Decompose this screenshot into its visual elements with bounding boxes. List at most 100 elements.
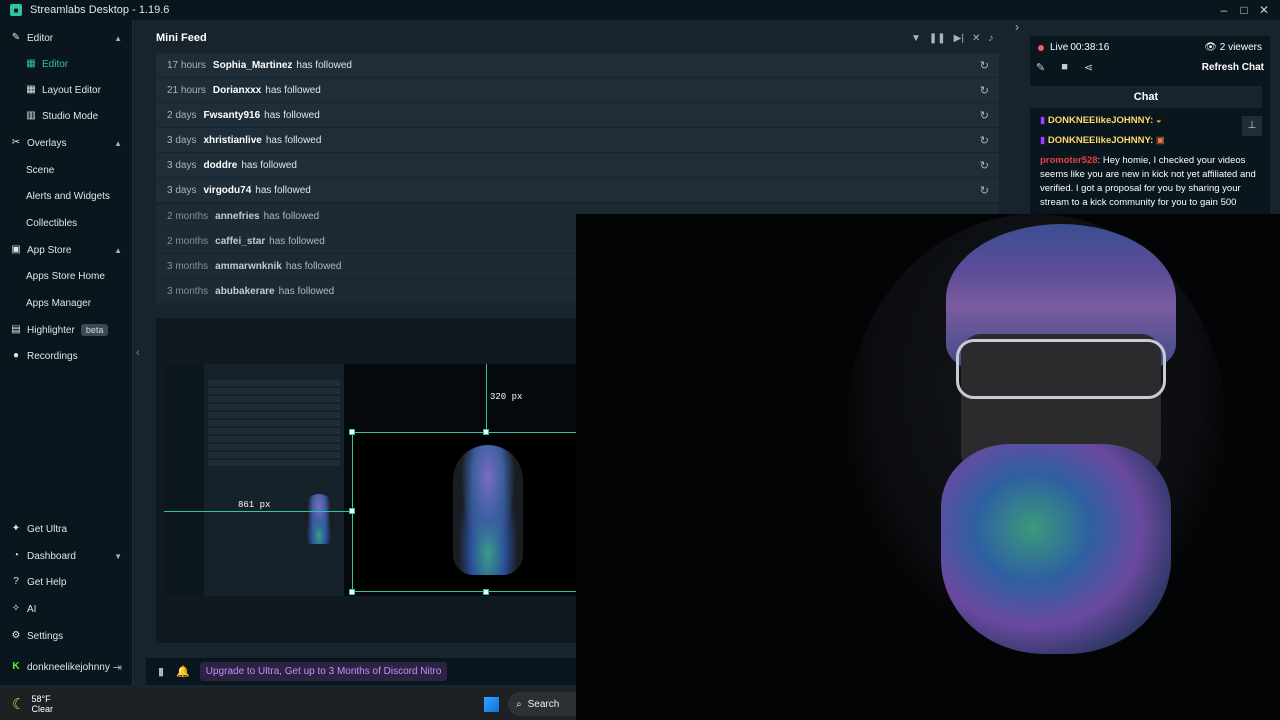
mini-feed-title: Mini Feed <box>156 32 207 44</box>
search-icon: ⌕ <box>516 698 522 710</box>
collapse-sidebar-icon[interactable]: ‹ <box>136 347 140 359</box>
resize-handle[interactable] <box>349 508 355 514</box>
measure-horizontal: 861 px <box>238 500 271 510</box>
volume-icon[interactable]: ♪ <box>988 33 993 44</box>
chevron-down-icon: ▼ <box>114 551 122 561</box>
close-icon[interactable]: ✕ <box>1254 3 1274 17</box>
chat-actions: ✎ ■ ⋖ <box>1036 61 1093 74</box>
pause-icon[interactable]: ❚❚ <box>929 33 946 44</box>
live-dot-icon <box>1038 44 1044 51</box>
gear-icon: ⚙ <box>11 630 21 641</box>
sidebar-item-get-ultra[interactable]: ✦ Get Ultra <box>0 517 133 541</box>
dashboard-icon: ◔ <box>12 550 20 561</box>
tab-chat[interactable]: Chat <box>1030 86 1262 108</box>
store-icon: ▣ <box>11 244 21 255</box>
feed-row: 17 hours Sophia_Martinez has followed ↻ <box>156 53 999 78</box>
sidebar-section-overlays[interactable]: ✂ Overlays ▲ <box>0 131 133 155</box>
logout-icon[interactable]: ⇥ <box>113 661 122 674</box>
replay-icon[interactable]: ↻ <box>980 184 989 197</box>
windows-start-icon[interactable] <box>484 697 499 712</box>
sidebar-item-scene[interactable]: Scene <box>0 158 133 182</box>
edit-stream-info-icon[interactable]: ✎ <box>1036 61 1045 74</box>
highlighter-icon: ▤ <box>11 324 21 335</box>
main-panel: Mini Feed 17 hours Sophia_Martinez has fol… <box>146 20 999 685</box>
brush-icon: ✎ <box>11 32 21 43</box>
notification-icon[interactable]: 🔔 <box>176 665 190 678</box>
resize-handle[interactable] <box>483 429 489 435</box>
replay-icon[interactable]: ↻ <box>980 84 989 97</box>
sidebar-section-app-store[interactable]: ▣ App Store ▲ <box>0 238 133 262</box>
refresh-chat-button[interactable]: Refresh Chat <box>1202 62 1264 73</box>
replay-icon[interactable]: ↻ <box>980 159 989 172</box>
sidebar-item-ai[interactable]: ✧ AI <box>0 597 133 621</box>
feed-row: 3 days xhristianlive has followed ↻ <box>156 128 999 153</box>
sidebar-item-editor[interactable]: ▦ Editor <box>0 52 133 76</box>
editor-footer: ▮ 🔔 Upgrade to Ultra, Get up to 3 Months… <box>146 658 576 685</box>
taskbar-search[interactable]: ⌕ Search <box>508 692 576 716</box>
mute-alerts-icon[interactable]: ✕ <box>972 33 980 44</box>
chat-message: ▮ DONKNEElikeJOHNNY: ▣ <box>1040 135 1165 146</box>
window-controls: – □ ✕ <box>1214 0 1274 20</box>
sidebar-item-recordings[interactable]: ● Recordings <box>0 344 133 368</box>
paint-icon: ✂ <box>11 137 21 148</box>
live-status: Live 00:38:16 <box>1038 42 1109 53</box>
ultra-promo-banner[interactable]: Upgrade to Ultra, Get up to 3 Months of … <box>199 662 448 681</box>
sidebar-item-dashboard[interactable]: ◔ Dashboard ▼ <box>0 544 133 568</box>
measure-vertical: 320 px <box>490 392 523 402</box>
maximize-icon[interactable]: □ <box>1234 3 1254 17</box>
camera-icon[interactable]: ■ <box>1061 61 1068 74</box>
chevron-up-icon: ▲ <box>114 245 122 255</box>
moon-icon: ☾ <box>12 696 26 713</box>
sidebar-section-editor[interactable]: ✎ Editor ▲ <box>0 26 133 50</box>
sidebar: ✎ Editor ▲ ▦ Editor ▦ Layout Editor ▥ St… <box>0 20 133 685</box>
preview-canvas[interactable]: 320 px 861 px <box>164 364 584 596</box>
sidebar-item-studio-mode[interactable]: ▥ Studio Mode <box>0 104 133 128</box>
chevron-up-icon: ▲ <box>114 33 122 43</box>
nested-webcam-thumbnail <box>304 494 334 544</box>
feed-row: 3 days virgodu74 has followed ↻ <box>156 178 999 203</box>
stats-icon[interactable]: ▮ <box>158 665 164 678</box>
collapse-chat-icon[interactable]: › <box>1015 20 1019 34</box>
replay-icon[interactable]: ↻ <box>980 109 989 122</box>
replay-icon[interactable]: ↻ <box>980 59 989 72</box>
feed-toolbar: ▼ ❚❚ ▶| ✕ ♪ <box>911 33 993 44</box>
viewer-count: 👁 2 viewers <box>1204 42 1262 53</box>
filter-icon[interactable]: ▼ <box>911 33 921 44</box>
sidebar-item-apps-store-home[interactable]: Apps Store Home <box>0 264 133 288</box>
replay-icon[interactable]: ↻ <box>980 134 989 147</box>
help-icon: ? <box>13 576 19 587</box>
chat-messages: ▮ DONKNEElikeJOHNNY: ◒ ▮ DONKNEElikeJOHN… <box>1040 114 1260 210</box>
ai-icon: ✧ <box>11 603 21 614</box>
resize-handle[interactable] <box>349 589 355 595</box>
resize-handle[interactable] <box>483 589 489 595</box>
skip-icon[interactable]: ▶| <box>954 33 964 44</box>
chat-panel: Live 00:38:16 👁 2 viewers ✎ ■ ⋖ Refresh … <box>1030 36 1270 216</box>
chevron-up-icon: ▲ <box>114 138 122 148</box>
weather-widget[interactable]: ☾ 58°F Clear <box>12 694 53 714</box>
webcam-video <box>576 214 1280 720</box>
window-title: Streamlabs Desktop - 1.19.6 <box>30 4 170 16</box>
emote-icon: ◒ <box>1155 115 1162 126</box>
sidebar-item-account[interactable]: K donkneelikejohnny ⇥ <box>0 655 133 679</box>
scene-preview[interactable]: 320 px 861 px <box>156 318 584 643</box>
sidebar-item-collectibles[interactable]: Collectibles <box>0 211 133 235</box>
sidebar-item-layout-editor[interactable]: ▦ Layout Editor <box>0 78 133 102</box>
sidebar-item-highlighter[interactable]: ▤ Highlighter beta <box>0 318 133 342</box>
selected-webcam-source[interactable] <box>352 432 584 592</box>
sidebar-item-get-help[interactable]: ? Get Help <box>0 570 133 594</box>
streamlabs-logo-icon: ■ <box>10 4 22 16</box>
sidebar-item-settings[interactable]: ⚙ Settings <box>0 624 133 648</box>
sidebar-item-alerts-widgets[interactable]: Alerts and Widgets <box>0 184 133 208</box>
edit-icon: ▦ <box>26 58 36 69</box>
title-bar: ■ Streamlabs Desktop - 1.19.6 – □ ✕ <box>0 0 1280 20</box>
nested-display-capture <box>164 364 344 596</box>
record-icon: ● <box>12 350 20 361</box>
minimize-icon[interactable]: – <box>1214 3 1234 17</box>
sidebar-item-apps-manager[interactable]: Apps Manager <box>0 291 133 315</box>
chat-message: ▮ DONKNEElikeJOHNNY: ◒ <box>1040 115 1162 126</box>
feed-row: 21 hours Dorianxxx has followed ↻ <box>156 78 999 103</box>
share-icon[interactable]: ⋖ <box>1084 61 1093 74</box>
kick-icon: K <box>12 661 20 672</box>
resize-handle[interactable] <box>349 429 355 435</box>
feed-row: 3 days doddre has followed ↻ <box>156 153 999 178</box>
